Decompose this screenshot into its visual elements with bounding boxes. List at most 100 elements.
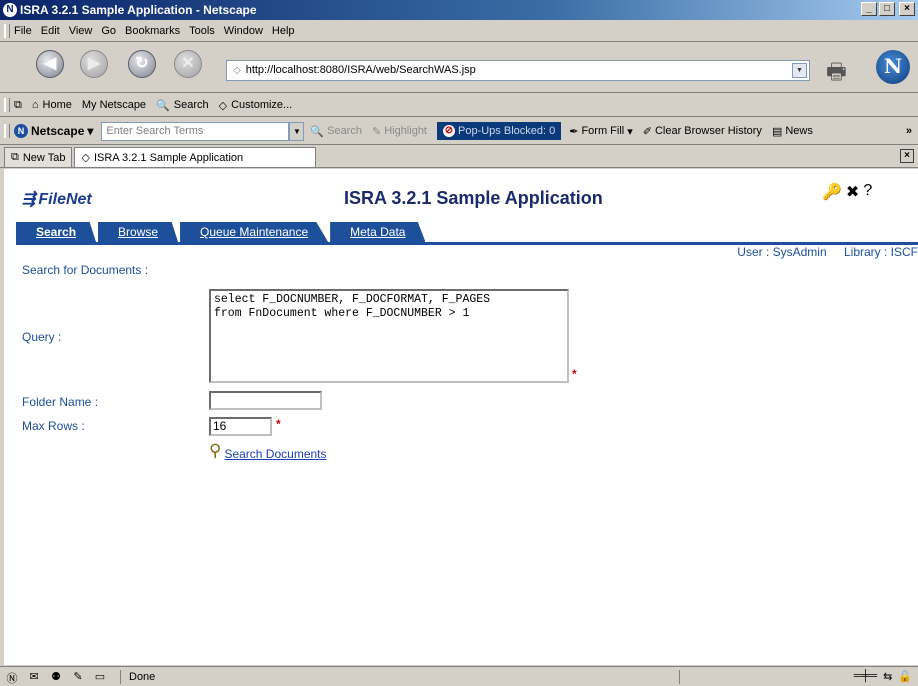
help-icon[interactable]: ? xyxy=(863,182,872,202)
mail-icon[interactable]: ✉ xyxy=(26,670,42,684)
netscape-brand-label: Netscape xyxy=(31,124,85,138)
max-rows-input[interactable]: 16 xyxy=(209,417,272,436)
tab-browse[interactable]: Browse xyxy=(98,222,179,242)
search-heading: Search for Documents : xyxy=(22,263,149,277)
title-bar: N ISRA 3.2.1 Sample Application - Netsca… xyxy=(0,0,918,20)
maximize-button[interactable]: □ xyxy=(879,2,895,16)
menu-edit[interactable]: Edit xyxy=(41,25,60,37)
search-button[interactable]: 🔍 Search xyxy=(310,125,362,138)
logo-text: FileNet xyxy=(38,191,92,208)
query-required-mark: * xyxy=(572,367,577,381)
netscape-status-icon[interactable]: Ⓝ xyxy=(4,670,20,685)
query-textarea[interactable]: select F_DOCNUMBER, F_DOCFORMAT, F_PAGES… xyxy=(209,289,569,383)
search-label: Search xyxy=(173,99,209,111)
navigation-toolbar: ◀ ▶ ↻ ✕ ◇ http://localhost:8080/ISRA/web… xyxy=(0,43,918,93)
library-label: Library : ISCF xyxy=(843,245,918,259)
window-title: ISRA 3.2.1 Sample Application - Netscape xyxy=(20,3,257,17)
header-icons: 🔑 ✖ ? xyxy=(822,182,872,202)
folder-name-input[interactable] xyxy=(209,391,322,410)
search-dropdown-icon[interactable]: ▼ xyxy=(289,121,305,141)
customize-label: Customize... xyxy=(231,99,293,111)
url-text: http://localhost:8080/ISRA/web/SearchWAS… xyxy=(245,64,476,76)
back-button[interactable]: ◀ xyxy=(36,50,64,78)
customize-link[interactable]: ◇ Customize... xyxy=(219,99,293,112)
netscape-small-icon: N xyxy=(14,124,28,138)
menu-file[interactable]: File xyxy=(14,25,32,37)
toolbar-grip-2[interactable] xyxy=(4,98,10,112)
user-label: User : SysAdmin xyxy=(737,245,827,259)
my-netscape-label: My Netscape xyxy=(81,99,147,111)
status-bar: Ⓝ ✉ ⚉ ✎ ▭ Done ═╪═ ⇆ 🔓 xyxy=(0,666,918,686)
search-terms-input[interactable]: Enter Search Terms xyxy=(101,121,290,141)
tab-search[interactable]: Search xyxy=(16,222,97,242)
toolbar-grip-3[interactable] xyxy=(4,124,10,138)
bookmark-icon: ◇ xyxy=(218,99,228,112)
netscape-logo[interactable]: N xyxy=(876,50,910,84)
status-right-icons: ═╪═ ⇆ 🔓 xyxy=(854,670,912,683)
new-tab-button[interactable]: ⧉ New Tab xyxy=(4,147,73,167)
search-documents-text[interactable]: Search Documents xyxy=(224,447,326,461)
home-link[interactable]: ⌂ Home xyxy=(32,99,72,111)
logout-icon[interactable]: ✖ xyxy=(846,182,859,202)
page-icon-tab: ◇ xyxy=(81,152,90,164)
new-tab-label: New Tab xyxy=(22,151,66,164)
home-label: Home xyxy=(42,99,72,111)
login-icon[interactable]: 🔑 xyxy=(822,182,842,202)
menu-bar: File Edit View Go Bookmarks Tools Window… xyxy=(0,20,918,42)
menu-go[interactable]: Go xyxy=(101,25,116,37)
address-book-icon[interactable]: ⚉ xyxy=(48,670,64,684)
search-documents-link[interactable]: ⚲ Search Documents xyxy=(209,441,327,461)
news-icon: ▤ xyxy=(771,125,783,138)
close-tab-icon[interactable]: × xyxy=(900,149,914,163)
forward-button[interactable]: ▶ xyxy=(80,50,108,78)
highlight-button[interactable]: ✎ Highlight xyxy=(372,125,427,138)
more-chevron[interactable]: » xyxy=(906,125,912,137)
url-dropdown-icon[interactable]: ▼ xyxy=(792,63,807,78)
page-content: ⇶ FileNet ISRA 3.2.1 Sample Application 🔑… xyxy=(4,169,918,665)
window-icon[interactable]: ▭ xyxy=(92,670,108,684)
netscape-menu-button[interactable]: N Netscape ▾ xyxy=(14,124,93,138)
tab-strip: ⧉ New Tab ◇ ISRA 3.2.1 Sample Application … xyxy=(0,146,918,168)
search-toolbar: N Netscape ▾ Enter Search Terms ▼ 🔍 Search … xyxy=(0,118,918,145)
menu-tools[interactable]: Tools xyxy=(189,25,215,37)
news-label: News xyxy=(785,125,813,137)
print-icon[interactable]: 🖶 xyxy=(826,55,847,93)
eraser-icon: ✐ xyxy=(642,125,652,138)
stop-button[interactable]: ✕ xyxy=(174,50,202,78)
folder-name-label: Folder Name : xyxy=(22,395,99,409)
tabs-menu-icon[interactable]: ⧉ xyxy=(14,99,22,112)
minimize-button[interactable]: _ xyxy=(861,2,877,16)
menu-window[interactable]: Window xyxy=(224,25,263,37)
filenet-logo: ⇶ FileNet xyxy=(22,189,92,209)
max-rows-label: Max Rows : xyxy=(22,419,85,433)
form-fill-button[interactable]: ✒ Form Fill ▾ xyxy=(569,125,633,138)
page-icon: ◇ xyxy=(233,65,241,76)
tab-isra[interactable]: ◇ ISRA 3.2.1 Sample Application xyxy=(74,147,317,167)
tab-meta-data[interactable]: Meta Data xyxy=(330,222,426,242)
clear-history-button[interactable]: ✐ Clear Browser History xyxy=(643,125,762,138)
app-title: ISRA 3.2.1 Sample Application xyxy=(344,188,603,208)
close-button[interactable]: × xyxy=(899,2,915,16)
news-button[interactable]: ▤ News xyxy=(772,125,813,138)
popups-blocked-button[interactable]: ⊘ Pop-Ups Blocked: 0 xyxy=(437,122,562,140)
menu-view[interactable]: View xyxy=(69,25,93,37)
blocked-icon: ⊘ xyxy=(443,125,455,137)
security-lock-icon: 🔓 xyxy=(898,671,912,683)
status-text: Done xyxy=(120,669,680,684)
popups-label: Pop-Ups Blocked: 0 xyxy=(458,125,556,137)
toolbar-grip[interactable] xyxy=(4,23,10,38)
form-fill-label: Form Fill xyxy=(581,125,625,137)
clear-history-label: Clear Browser History xyxy=(654,125,762,137)
search-link[interactable]: 🔍 Search xyxy=(156,99,209,112)
url-field[interactable]: ◇ http://localhost:8080/ISRA/web/SearchW… xyxy=(226,60,810,81)
logo-arrow-icon: ⇶ xyxy=(22,191,36,208)
menu-help[interactable]: Help xyxy=(272,25,295,37)
tab-isra-label: ISRA 3.2.1 Sample Application xyxy=(93,151,244,164)
reload-button[interactable]: ↻ xyxy=(128,50,156,78)
my-netscape-link[interactable]: My Netscape xyxy=(82,99,146,111)
pen-icon: ✒ xyxy=(569,125,579,138)
new-tab-icon: ⧉ xyxy=(11,151,19,163)
composer-icon[interactable]: ✎ xyxy=(70,670,86,684)
tab-queue-maintenance[interactable]: Queue Maintenance xyxy=(180,222,329,242)
menu-bookmarks[interactable]: Bookmarks xyxy=(125,25,180,37)
